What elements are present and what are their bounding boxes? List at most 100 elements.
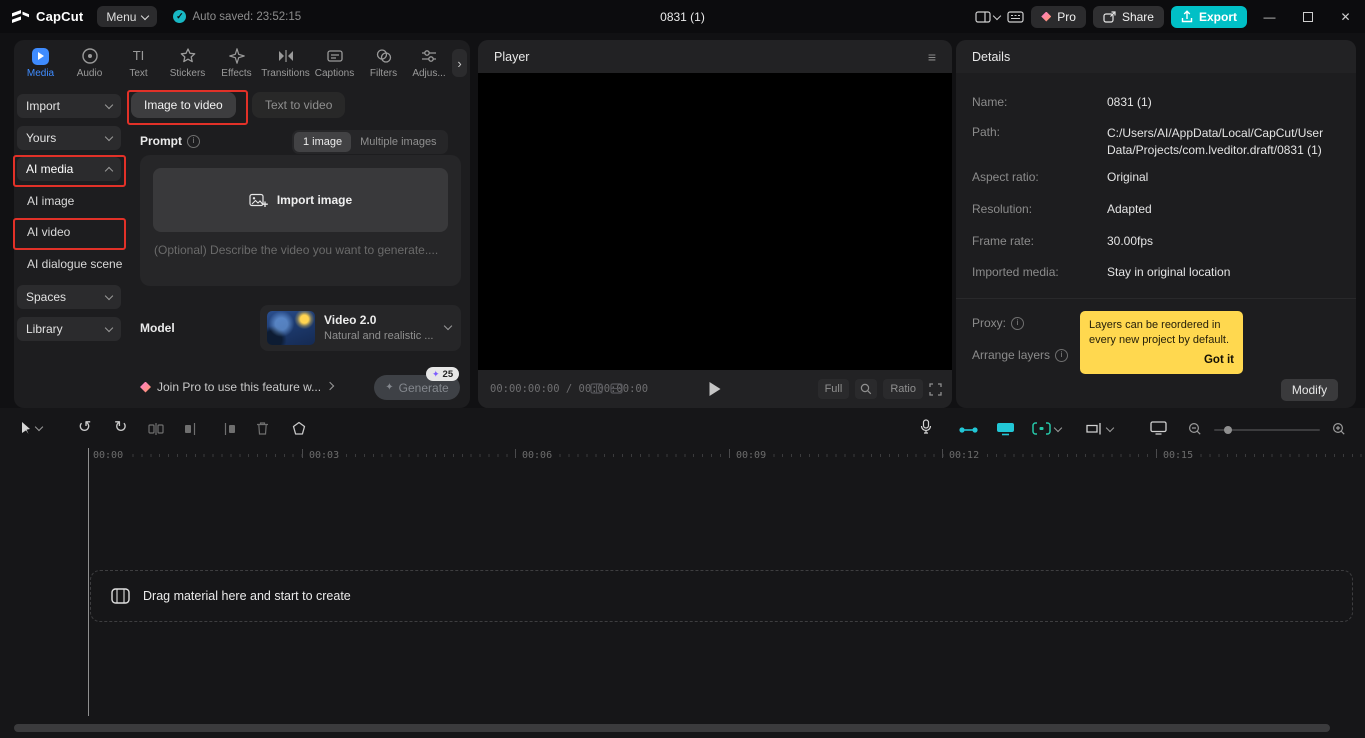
delete-button[interactable]	[256, 421, 269, 436]
tab-adjustment[interactable]: Adjus...	[408, 40, 450, 86]
sidebar-item-ai-video[interactable]: AI video	[27, 220, 70, 244]
mirror-preview-button[interactable]	[1150, 421, 1167, 435]
titlebar: CapCut Menu ✓ Auto saved: 23:52:15 0831 …	[0, 0, 1365, 33]
filters-icon	[376, 49, 391, 63]
close-button[interactable]: ✕	[1330, 0, 1361, 33]
zoom-slider-knob[interactable]	[1224, 426, 1232, 434]
pro-button[interactable]: Pro	[1031, 5, 1086, 28]
sidebar-item-yours[interactable]: Yours	[17, 126, 121, 150]
preview-zoom-button[interactable]	[855, 379, 878, 399]
model-dropdown[interactable]: Video 2.0 Natural and realistic ...	[260, 305, 461, 351]
playhead[interactable]	[88, 448, 89, 716]
tab-label: Image to video	[144, 98, 223, 112]
sidebar-item-library[interactable]: Library	[17, 317, 121, 341]
detail-value-name: 0831 (1)	[1107, 95, 1152, 109]
panel-layout-button[interactable]	[975, 10, 1002, 23]
tab-image-to-video[interactable]: Image to video	[131, 92, 236, 118]
record-voiceover-button[interactable]	[920, 419, 932, 435]
tab-label: Captions	[314, 68, 355, 79]
segment-multiple-images[interactable]: Multiple images	[351, 132, 445, 152]
sidebar-item-import[interactable]: Import	[17, 94, 121, 118]
media-icon	[32, 47, 49, 65]
sidebar-item-spaces[interactable]: Spaces	[17, 285, 121, 309]
menu-button[interactable]: Menu	[97, 6, 158, 27]
maximize-button[interactable]	[1292, 0, 1323, 33]
tab-audio[interactable]: Audio	[65, 40, 114, 86]
player-option-icon-1[interactable]	[590, 383, 603, 394]
auto-cut-icon	[1032, 422, 1051, 435]
pro-diamond-icon	[1041, 11, 1052, 22]
info-icon[interactable]: i	[1055, 348, 1069, 362]
export-label: Export	[1198, 9, 1237, 24]
modify-button[interactable]: Modify	[1281, 379, 1338, 401]
player-controls: 00:00:00:00 / 00:00:00:00 Full Ratio	[478, 370, 952, 408]
fullscreen-button[interactable]	[929, 382, 942, 396]
minimize-button[interactable]: —	[1254, 0, 1285, 33]
play-button[interactable]	[709, 382, 721, 396]
info-icon[interactable]: i	[1011, 316, 1025, 330]
zoom-in-button[interactable]	[1332, 422, 1346, 436]
keyframe-link-button[interactable]	[958, 424, 979, 436]
preview-quality-button[interactable]	[996, 422, 1015, 436]
sidebar-item-ai-image[interactable]: AI image	[27, 189, 74, 213]
zoom-out-button[interactable]	[1188, 422, 1202, 436]
detail-value-imported-media: Stay in original location	[1107, 265, 1231, 279]
timeline-zoom-slider[interactable]	[1214, 426, 1320, 434]
delete-left-button[interactable]	[184, 422, 200, 436]
player-timecode: 00:00:00:00 / 00:00:00:00	[490, 383, 649, 395]
shortcut-keyboard-button[interactable]	[1007, 10, 1024, 23]
ruler-label: 00:09	[733, 450, 770, 461]
nav-expand-button[interactable]: ›	[452, 49, 467, 77]
player-option-icon-2[interactable]	[610, 383, 623, 394]
info-icon[interactable]: i	[187, 134, 200, 148]
import-image-button[interactable]: Import image	[153, 168, 448, 232]
tab-text-to-video[interactable]: Text to video	[252, 92, 346, 118]
chevron-down-icon	[993, 11, 1002, 20]
model-label: Model	[140, 321, 175, 335]
undo-button[interactable]: ↺	[78, 420, 91, 436]
detail-label-name: Name:	[972, 95, 1008, 109]
tab-transitions[interactable]: Transitions	[261, 40, 310, 86]
tab-stickers[interactable]: Stickers	[163, 40, 212, 86]
prompt-label: Prompt	[140, 134, 182, 148]
tab-filters[interactable]: Filters	[359, 40, 408, 86]
ratio-button[interactable]: Ratio	[883, 379, 923, 399]
player-viewport[interactable]	[478, 73, 952, 370]
horizontal-scrollbar[interactable]	[14, 724, 1330, 732]
tab-effects[interactable]: Effects	[212, 40, 261, 86]
player-menu-icon[interactable]: ≡	[928, 49, 936, 65]
export-button[interactable]: Export	[1170, 5, 1247, 28]
join-pro-link[interactable]: Join Pro to use this feature w...	[140, 380, 335, 394]
mask-button[interactable]	[292, 421, 306, 436]
capcut-window: CapCut Menu ✓ Auto saved: 23:52:15 0831 …	[0, 0, 1365, 738]
ruler-tick	[302, 449, 303, 458]
redo-button[interactable]: ↻	[114, 420, 127, 436]
delete-right-button[interactable]	[220, 422, 236, 436]
chevron-down-icon	[104, 100, 114, 110]
empty-track-dropzone[interactable]: Drag material here and start to create	[90, 570, 1353, 622]
full-button[interactable]: Full	[817, 379, 850, 399]
segment-one-image[interactable]: 1 image	[294, 132, 352, 152]
split-button[interactable]	[148, 422, 164, 436]
microphone-icon	[920, 419, 932, 434]
tab-captions[interactable]: Captions	[310, 40, 359, 86]
select-tool-button[interactable]	[20, 421, 44, 435]
sidebar-item-ai-dialogue-scene[interactable]: AI dialogue scene	[27, 252, 122, 276]
prompt-placeholder[interactable]: (Optional) Describe the video you want t…	[154, 243, 438, 257]
sidebar-label: Library	[26, 322, 63, 336]
smart-tool-button[interactable]	[1032, 422, 1063, 435]
detail-label-resolution: Resolution:	[972, 202, 1033, 216]
tab-media[interactable]: Media	[16, 40, 65, 86]
resource-nav-tabs: Media Audio TI Text Stickers Effects Tra…	[16, 40, 450, 86]
tab-text[interactable]: TI Text	[114, 40, 163, 86]
app-name: CapCut	[36, 9, 84, 24]
tab-label: Audio	[76, 68, 103, 79]
monitor-icon	[1150, 421, 1167, 435]
pro-diamond-icon	[140, 381, 151, 393]
got-it-button[interactable]: Got it	[1089, 352, 1234, 368]
share-button[interactable]: Share	[1092, 5, 1164, 28]
sidebar-item-ai-media[interactable]: AI media	[17, 157, 121, 181]
chevron-down-icon	[141, 11, 150, 20]
crop-tool-button[interactable]	[1086, 422, 1115, 435]
import-image-label: Import image	[276, 193, 353, 207]
